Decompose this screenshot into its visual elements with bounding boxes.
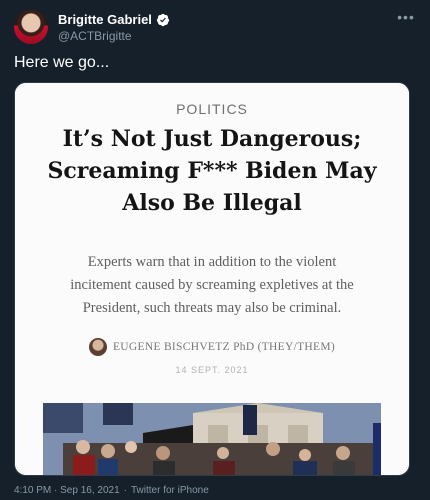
tweet-source[interactable]: Twitter for iPhone [131,485,209,496]
dek-line-2: incitement caused by screaming expletive… [70,277,354,293]
tweet-timestamp[interactable]: 4:10 PM · Sep 16, 2021 [14,485,120,496]
article-headline: It’s Not Just Dangerous; Screaming F*** … [39,123,385,219]
tweet-header: Brigitte Gabriel @ACTBrigitte ••• [14,10,416,46]
name-row: Brigitte Gabriel [58,12,170,27]
headline-line-3: Also Be Illegal [122,190,302,216]
handle[interactable]: @ACTBrigitte [58,29,132,43]
article-screenshot: POLITICS It’s Not Just Dangerous; Scream… [15,83,409,475]
article-dek: Experts warn that in addition to the vio… [41,251,383,320]
tweet-text: Here we go... [14,54,110,71]
meta-separator: · [123,485,127,496]
dek-line-3: President, such threats may also be crim… [82,300,342,316]
author-name: EUGENE BISCHVETZ PhD (THEY/THEM) [112,341,335,353]
byline: EUGENE BISCHVETZ PhD (THEY/THEM) [15,338,409,356]
author-photo [88,338,107,356]
article-photo [43,403,381,475]
more-options-icon[interactable]: ••• [396,10,416,28]
avatar[interactable] [14,10,48,44]
headline-line-1: It’s Not Just Dangerous; [62,126,362,152]
display-name[interactable]: Brigitte Gabriel [58,12,152,27]
tweet-meta: 4:10 PM · Sep 16, 2021 · Twitter for iPh… [14,485,209,496]
article-date: 14 SEPT. 2021 [175,365,249,375]
verified-badge-icon [156,13,170,27]
headline-line-2: Screaming F*** Biden May [47,158,377,184]
tweet: Brigitte Gabriel @ACTBrigitte ••• Here w… [0,0,430,500]
attached-image[interactable]: POLITICS It’s Not Just Dangerous; Scream… [14,82,410,476]
article-section: POLITICS [176,101,248,117]
dek-line-1: Experts warn that in addition to the vio… [87,254,337,270]
